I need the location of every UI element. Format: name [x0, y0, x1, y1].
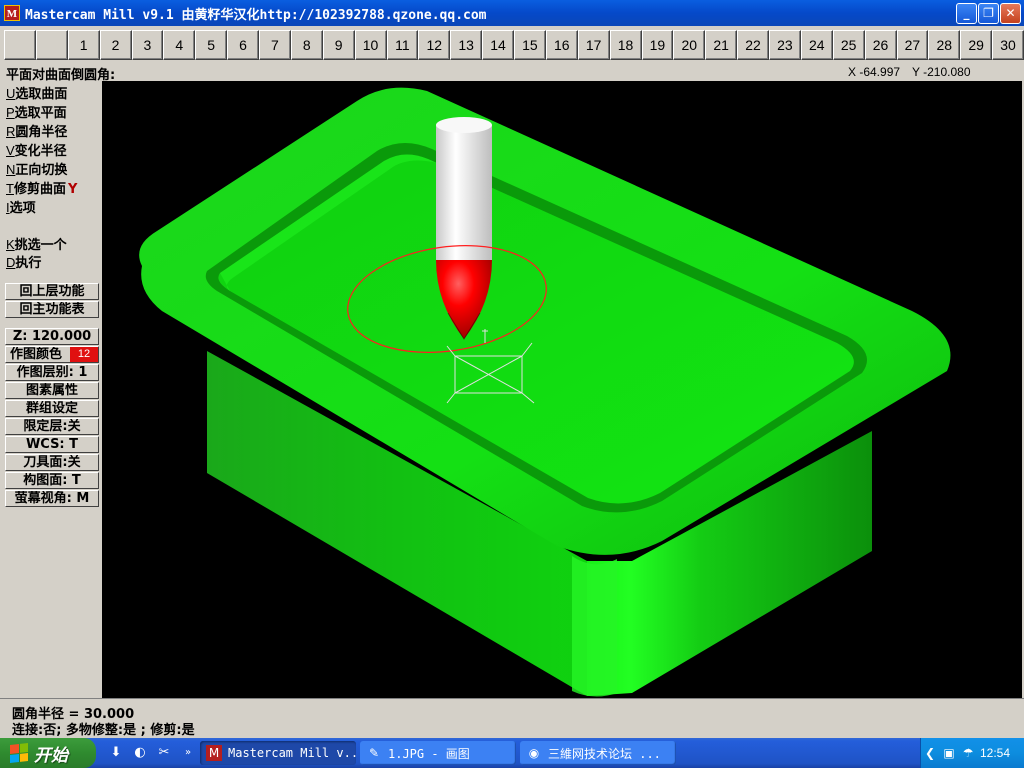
- close-button[interactable]: ✕: [1000, 3, 1021, 24]
- tool-shank: [436, 125, 492, 260]
- windows-logo-icon: [10, 743, 28, 763]
- network-icon[interactable]: ▣: [941, 745, 957, 761]
- task-paint[interactable]: ✎ 1.JPG - 画图: [360, 741, 516, 765]
- level-button-30[interactable]: 30: [992, 30, 1024, 60]
- level-button-28[interactable]: 28: [928, 30, 961, 60]
- level-button-29[interactable]: 29: [960, 30, 993, 60]
- level-button-13[interactable]: 13: [450, 30, 483, 60]
- wcs-button[interactable]: WCS: T: [5, 436, 99, 453]
- task-mastercam[interactable]: M Mastercam Mill v...: [200, 741, 356, 765]
- color-swatch: 12: [70, 347, 98, 362]
- clock: 12:54: [980, 746, 1011, 760]
- menu-item-select-surface[interactable]: U选取曲面: [6, 83, 67, 102]
- more-icon[interactable]: »: [180, 745, 196, 761]
- menu-item-normal-flip[interactable]: N正向切换: [6, 159, 67, 178]
- level-button-10[interactable]: 10: [354, 30, 387, 60]
- part-render: [139, 87, 951, 697]
- taskbar: 开始 ⬇ ◐ ✂ » M Mastercam Mill v... ✎ 1.JPG…: [0, 738, 1024, 768]
- level-button-2[interactable]: 2: [99, 30, 132, 60]
- menu-item-trim-surface[interactable]: T修剪曲面 Y: [6, 178, 78, 197]
- front-corner: [572, 556, 617, 697]
- level-button-12[interactable]: 12: [418, 30, 451, 60]
- graphics-viewport[interactable]: [102, 81, 1022, 698]
- level-button-9[interactable]: 9: [322, 30, 355, 60]
- level-button-blank[interactable]: [35, 30, 68, 60]
- task-browser[interactable]: ◉ 三維网技术论坛 ...: [520, 741, 676, 765]
- level-button-24[interactable]: 24: [800, 30, 833, 60]
- level-button-3[interactable]: 3: [131, 30, 164, 60]
- tool-plane-button[interactable]: 刀具面:关: [5, 454, 99, 471]
- window-title: Mastercam Mill v9.1 由黄籽华汉化http://1023927…: [25, 7, 487, 23]
- status-area: 圆角半径 = 30.000 连接:否; 多物修整:是 ; 修剪:是: [0, 698, 1024, 738]
- construction-plane-button[interactable]: 构图面: T: [5, 472, 99, 489]
- y-coordinate-readout: Y -210.080: [912, 65, 971, 79]
- status-line-2: 连接:否; 多物修整:是 ; 修剪:是: [12, 723, 195, 738]
- level-button-8[interactable]: 8: [290, 30, 323, 60]
- level-button-25[interactable]: 25: [832, 30, 865, 60]
- menu-item-select-plane[interactable]: P选取平面: [6, 102, 67, 121]
- level-button-18[interactable]: 18: [609, 30, 642, 60]
- maximize-button[interactable]: ❐: [978, 3, 999, 24]
- level-button-11[interactable]: 11: [386, 30, 419, 60]
- menu-item-fillet-radius[interactable]: R圆角半径: [6, 121, 67, 140]
- level-limit-button[interactable]: 限定层:关: [5, 418, 99, 435]
- level-button-21[interactable]: 21: [705, 30, 738, 60]
- z-depth-button[interactable]: Z: 120.000: [5, 328, 99, 345]
- draw-level-button[interactable]: 作图层别: 1: [5, 364, 99, 381]
- menu-item-pick-one[interactable]: K挑选一个: [6, 234, 67, 253]
- level-button-20[interactable]: 20: [673, 30, 706, 60]
- paint-icon: ✎: [368, 746, 380, 760]
- level-button-22[interactable]: 22: [737, 30, 769, 60]
- level-button-5[interactable]: 5: [195, 30, 228, 60]
- main-menu-button[interactable]: 回主功能表: [5, 301, 99, 318]
- back-button[interactable]: 回上层功能: [5, 283, 99, 300]
- entity-attributes-button[interactable]: 图素属性: [5, 382, 99, 399]
- level-toolbar: 1 2 3 4 5 6 7 8 9 10 11 12 13 14 15 16 17 18 19 20 21 22 23 24 2…: [0, 28, 1024, 62]
- screen-view-button[interactable]: 萤幕视角: M: [5, 490, 99, 507]
- level-button-1[interactable]: 1: [67, 30, 100, 60]
- ie-icon: ◉: [528, 746, 540, 760]
- level-button-blank[interactable]: [4, 30, 36, 60]
- level-button-15[interactable]: 15: [514, 30, 546, 60]
- browser-icon[interactable]: ◐: [132, 745, 148, 761]
- tray-expand-icon[interactable]: ❮: [922, 745, 938, 761]
- x-coordinate-readout: X -64.997: [848, 65, 901, 79]
- app-shortcut-icon[interactable]: ✂: [156, 745, 172, 761]
- level-button-14[interactable]: 14: [482, 30, 514, 60]
- menu-item-options[interactable]: I选项: [6, 197, 36, 216]
- mastercam-icon[interactable]: M: [4, 5, 20, 21]
- mastercam-icon: M: [206, 745, 222, 761]
- menu-item-execute[interactable]: D执行: [6, 252, 41, 271]
- minimize-button[interactable]: _: [956, 3, 977, 24]
- trim-flag: Y: [67, 182, 78, 197]
- level-button-6[interactable]: 6: [227, 30, 259, 60]
- level-button-27[interactable]: 27: [896, 30, 929, 60]
- level-button-17[interactable]: 17: [577, 30, 610, 60]
- level-button-23[interactable]: 23: [769, 30, 801, 60]
- prompt-bar: 平面对曲面倒圆角: X -64.997 Y -210.080: [0, 63, 1024, 83]
- level-button-26[interactable]: 26: [864, 30, 897, 60]
- umbrella-icon[interactable]: ☂: [960, 745, 976, 761]
- menu-item-variable-radius[interactable]: V变化半径: [6, 140, 67, 159]
- draw-color-button[interactable]: 作图颜色 12: [5, 346, 99, 363]
- level-button-19[interactable]: 19: [641, 30, 674, 60]
- level-button-16[interactable]: 16: [545, 30, 578, 60]
- level-button-4[interactable]: 4: [163, 30, 196, 60]
- level-button-7[interactable]: 7: [259, 30, 291, 60]
- download-icon[interactable]: ⬇: [108, 745, 124, 761]
- title-bar[interactable]: M Mastercam Mill v9.1 由黄籽华汉化http://10239…: [0, 0, 1024, 26]
- function-menu: U选取曲面 P选取平面 R圆角半径 V变化半径 N正向切换 T修剪曲面 Y I选项…: [0, 81, 102, 698]
- group-setup-button[interactable]: 群组设定: [5, 400, 99, 417]
- start-button[interactable]: 开始: [0, 738, 96, 768]
